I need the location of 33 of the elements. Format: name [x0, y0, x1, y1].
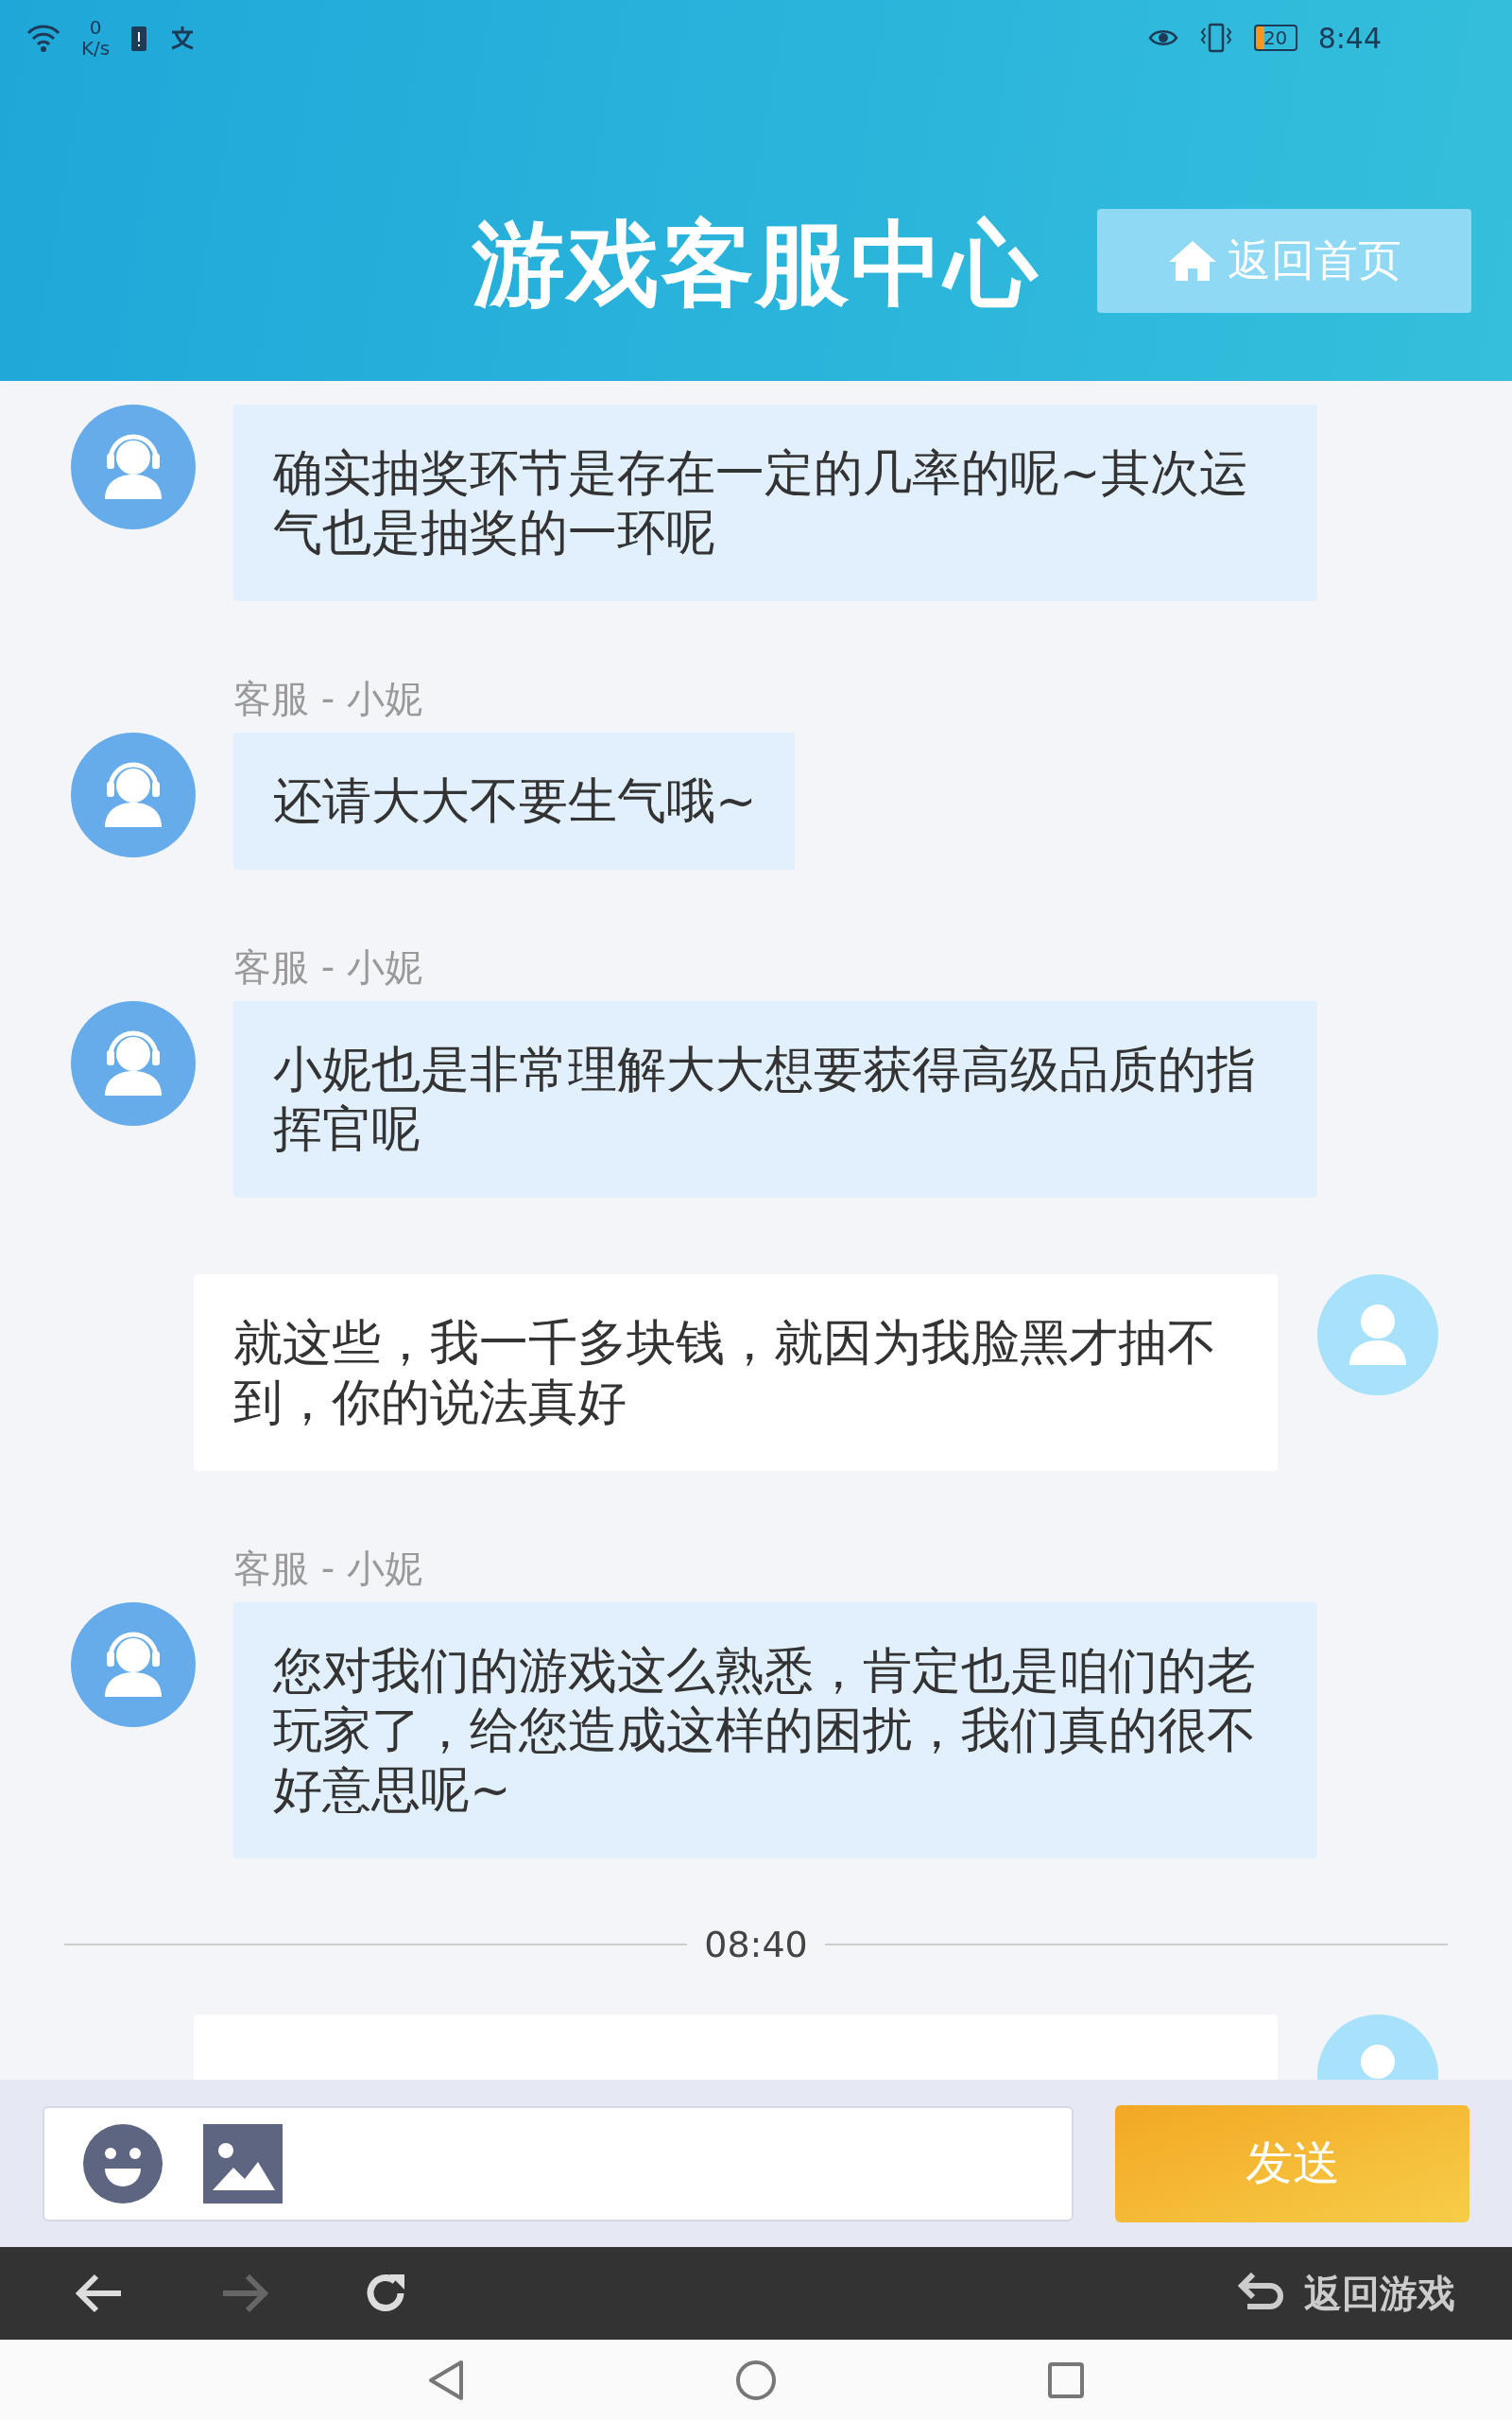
speed-value: 0 — [89, 17, 102, 38]
user-avatar-icon — [1317, 1274, 1438, 1395]
home-icon — [1167, 238, 1218, 284]
sender-name: 客服 - 小妮 — [233, 1547, 423, 1590]
message-input-field[interactable] — [43, 2105, 1074, 2221]
time-divider: 08:40 — [704, 1924, 808, 1965]
vibrate-icon — [1198, 23, 1233, 53]
agent-avatar-icon — [71, 733, 196, 857]
emoji-icon[interactable] — [82, 2122, 163, 2204]
home-button[interactable]: 返回首页 — [1097, 209, 1471, 313]
agent-avatar-icon — [71, 1001, 196, 1126]
back-triangle-icon[interactable] — [427, 2359, 465, 2401]
agent-avatar-icon — [71, 405, 196, 529]
home-circle-icon[interactable] — [735, 2359, 777, 2401]
send-button[interactable]: 发送 — [1115, 2104, 1469, 2222]
image-icon[interactable] — [203, 2123, 283, 2204]
recent-apps-icon[interactable] — [1047, 2360, 1085, 2399]
page-title: 游戏客服中心 — [472, 209, 1040, 320]
message-bubble: 您对我们的游戏这么熟悉，肯定也是咱们的老玩家了，给您造成这样的困扰，我们真的很不好意思呢~ — [233, 1602, 1317, 1858]
battery-icon: 20 — [1253, 25, 1297, 51]
sender-name: 客服 - 小妮 — [233, 946, 423, 989]
return-to-game-button[interactable]: 返回游戏 — [1238, 2267, 1455, 2320]
message-bubble: 确实抽奖环节是存在一定的几率的呢~其次运气也是抽奖的一环呢 — [233, 405, 1317, 601]
clock-time: 8:44 — [1317, 21, 1382, 55]
message-bubble: 小妮也是非常理解大大想要获得高级品质的指挥官呢 — [233, 1001, 1317, 1198]
message-bubble: 就这些，我一千多块钱，就因为我脸黑才抽不到，你的说法真好 — [194, 1274, 1278, 1471]
wifi-icon — [26, 24, 60, 52]
speed-unit: K/s — [81, 38, 111, 59]
message-bubble: 还请大大不要生气哦~ — [233, 733, 795, 870]
eye-icon — [1147, 27, 1178, 48]
sender-name: 客服 - 小妮 — [233, 678, 423, 720]
agent-avatar-icon — [71, 1602, 196, 1727]
sim-icon — [130, 24, 148, 52]
